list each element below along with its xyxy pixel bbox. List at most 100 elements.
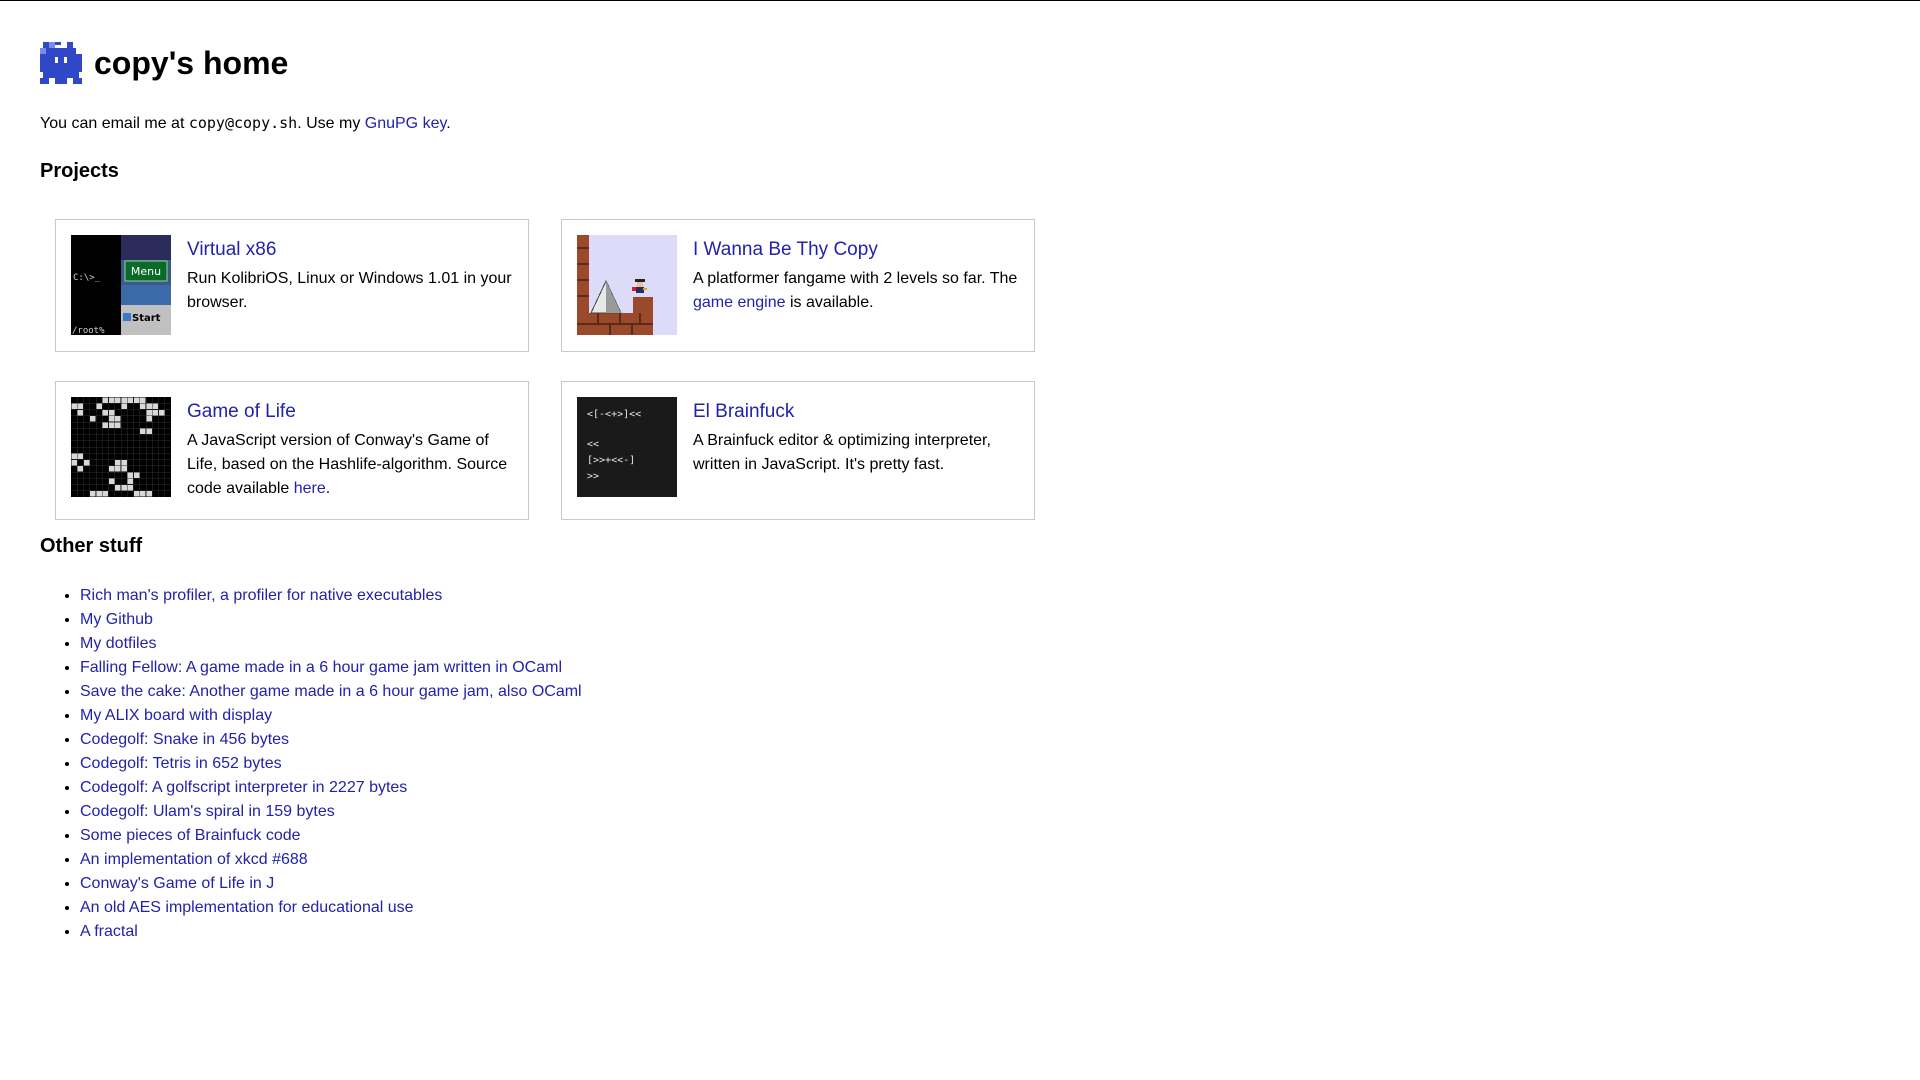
other-link[interactable]: Codegolf: Snake in 456 bytes <box>80 731 289 748</box>
live-cell <box>115 397 121 403</box>
intro-middle: . Use my <box>297 115 365 132</box>
card-body: El Brainfuck A Brainfuck editor & optimi… <box>693 399 1020 477</box>
intro-prefix: You can email me at <box>40 115 189 132</box>
live-cell <box>77 403 84 410</box>
page-title: copy's home <box>94 44 289 81</box>
live-cell <box>115 459 121 466</box>
i-wanna-be-thy-copy-thumbnail[interactable] <box>577 235 677 335</box>
live-cell <box>77 409 84 416</box>
project-card-game-of-life: Game of Life A JavaScript version of Con… <box>55 381 529 520</box>
gnupg-key-link[interactable]: GnuPG key <box>365 115 447 132</box>
game-engine-link[interactable]: game engine <box>693 294 786 311</box>
live-cell <box>115 416 121 422</box>
list-item: Codegolf: Ulam's spiral in 159 bytes <box>80 800 1840 824</box>
other-stuff-heading: Other stuff <box>40 535 143 557</box>
live-cell <box>152 403 159 410</box>
live-cell <box>108 422 115 428</box>
other-link[interactable]: Conway's Game of Life in J <box>80 875 274 892</box>
thumb-menu-label: Menu <box>131 265 161 278</box>
live-cell <box>121 397 127 403</box>
list-item: Codegolf: Snake in 456 bytes <box>80 728 1840 752</box>
thumb-prompt-label: C:\>_ <box>73 273 101 283</box>
source-code-link[interactable]: here <box>294 480 326 497</box>
other-link[interactable]: My Github <box>80 611 153 628</box>
description-text: is available. <box>785 294 874 311</box>
project-title-link[interactable]: I Wanna Be Thy Copy <box>693 237 1020 263</box>
live-cell <box>102 422 109 428</box>
intro-text: You can email me at copy@copy.sh. Use my… <box>40 114 1840 133</box>
live-cell <box>108 397 115 403</box>
list-item: My ALIX board with display <box>80 704 1840 728</box>
list-item: An implementation of xkcd #688 <box>80 848 1840 872</box>
other-link[interactable]: My ALIX board with display <box>80 707 272 724</box>
live-cell <box>146 409 152 416</box>
other-link[interactable]: Rich man's profiler, a profiler for nati… <box>80 587 442 604</box>
project-description: A platformer fangame with 2 levels so fa… <box>693 267 1020 315</box>
live-cell <box>127 478 134 485</box>
list-item: Conway's Game of Life in J <box>80 872 1840 896</box>
projects-grid: Menu C:\>_ Start /root% Virtual x86 Run … <box>55 219 1055 520</box>
email-address: copy@copy.sh <box>188 114 298 132</box>
live-cell <box>102 409 109 416</box>
other-link[interactable]: An implementation of xkcd #688 <box>80 851 308 868</box>
other-stuff-list: Rich man's profiler, a profiler for nati… <box>40 584 1840 944</box>
list-item: An old AES implementation for educationa… <box>80 896 1840 920</box>
list-item: Some pieces of Brainfuck code <box>80 824 1840 848</box>
other-link[interactable]: My dotfiles <box>80 635 156 652</box>
live-cell <box>71 453 77 460</box>
thumb-code-line: [>>+<<-] <box>587 455 635 466</box>
project-title-link[interactable]: Game of Life <box>187 399 514 425</box>
live-cell <box>146 416 152 422</box>
other-link[interactable]: Codegolf: Tetris in 652 bytes <box>80 755 282 772</box>
game-of-life-thumbnail[interactable] <box>71 397 171 497</box>
projects-heading: Projects <box>40 160 119 182</box>
thumb-code-line: <[-<+>]<< <box>587 409 641 420</box>
project-card-virtual-x86: Menu C:\>_ Start /root% Virtual x86 Run … <box>55 219 529 352</box>
project-description: Run KolibriOS, Linux or Windows 1.01 in … <box>187 270 512 311</box>
live-cell <box>133 491 140 497</box>
live-cell <box>102 491 109 497</box>
other-link[interactable]: Falling Fellow: A game made in a 6 hour … <box>80 659 562 676</box>
other-link[interactable]: A fractal <box>80 923 138 940</box>
live-cell <box>121 484 127 491</box>
live-cell <box>146 428 152 435</box>
el-brainfuck-thumbnail[interactable]: <[-<+>]<< << [>>+<<-] >> <box>577 397 677 497</box>
live-cell <box>83 459 90 466</box>
thumb-root-label: /root% <box>72 326 105 335</box>
live-cell <box>121 459 127 466</box>
live-cell <box>96 403 102 410</box>
project-title-link[interactable]: El Brainfuck <box>693 399 1020 425</box>
card-body: Game of Life A JavaScript version of Con… <box>187 399 514 501</box>
live-cell <box>77 466 84 472</box>
card-body: Virtual x86 Run KolibriOS, Linux or Wind… <box>187 237 514 315</box>
pixel-creature-logo-icon <box>40 42 82 84</box>
live-cell <box>127 472 134 478</box>
thumb-code-line: >> <box>587 471 599 482</box>
description-text: A platformer fangame with 2 levels so fa… <box>693 270 1018 287</box>
other-link[interactable]: Codegolf: A golfscript interpreter in 22… <box>80 779 407 796</box>
project-card-el-brainfuck: <[-<+>]<< << [>>+<<-] >> El Brainfuck A … <box>561 381 1035 520</box>
description-text: . <box>325 480 331 497</box>
other-link[interactable]: Some pieces of Brainfuck code <box>80 827 301 844</box>
live-cell <box>90 491 96 497</box>
virtual-x86-thumbnail[interactable]: Menu C:\>_ Start /root% <box>71 235 171 335</box>
project-card-i-wanna-be-thy-copy: I Wanna Be Thy Copy A platformer fangame… <box>561 219 1035 352</box>
page-content: copy's home You can email me at copy@cop… <box>40 38 1840 944</box>
live-cell <box>140 428 146 435</box>
card-body: I Wanna Be Thy Copy A platformer fangame… <box>693 237 1020 315</box>
thumb-start-label: Start <box>132 313 161 324</box>
list-item: Falling Fellow: A game made in a 6 hour … <box>80 656 1840 680</box>
other-link[interactable]: Codegolf: Ulam's spiral in 159 bytes <box>80 803 335 820</box>
live-cell <box>140 491 146 497</box>
top-border-line <box>0 0 1920 1</box>
live-cell <box>71 403 77 410</box>
other-link[interactable]: An old AES implementation for educationa… <box>80 899 414 916</box>
project-description: A Brainfuck editor & optimizing interpre… <box>693 432 991 473</box>
project-title-link[interactable]: Virtual x86 <box>187 237 514 263</box>
list-item: Codegolf: Tetris in 652 bytes <box>80 752 1840 776</box>
live-cell <box>146 491 152 497</box>
list-item: A fractal <box>80 920 1840 944</box>
live-cell <box>121 466 127 472</box>
live-cell <box>121 403 127 410</box>
other-link[interactable]: Save the cake: Another game made in a 6 … <box>80 683 582 700</box>
